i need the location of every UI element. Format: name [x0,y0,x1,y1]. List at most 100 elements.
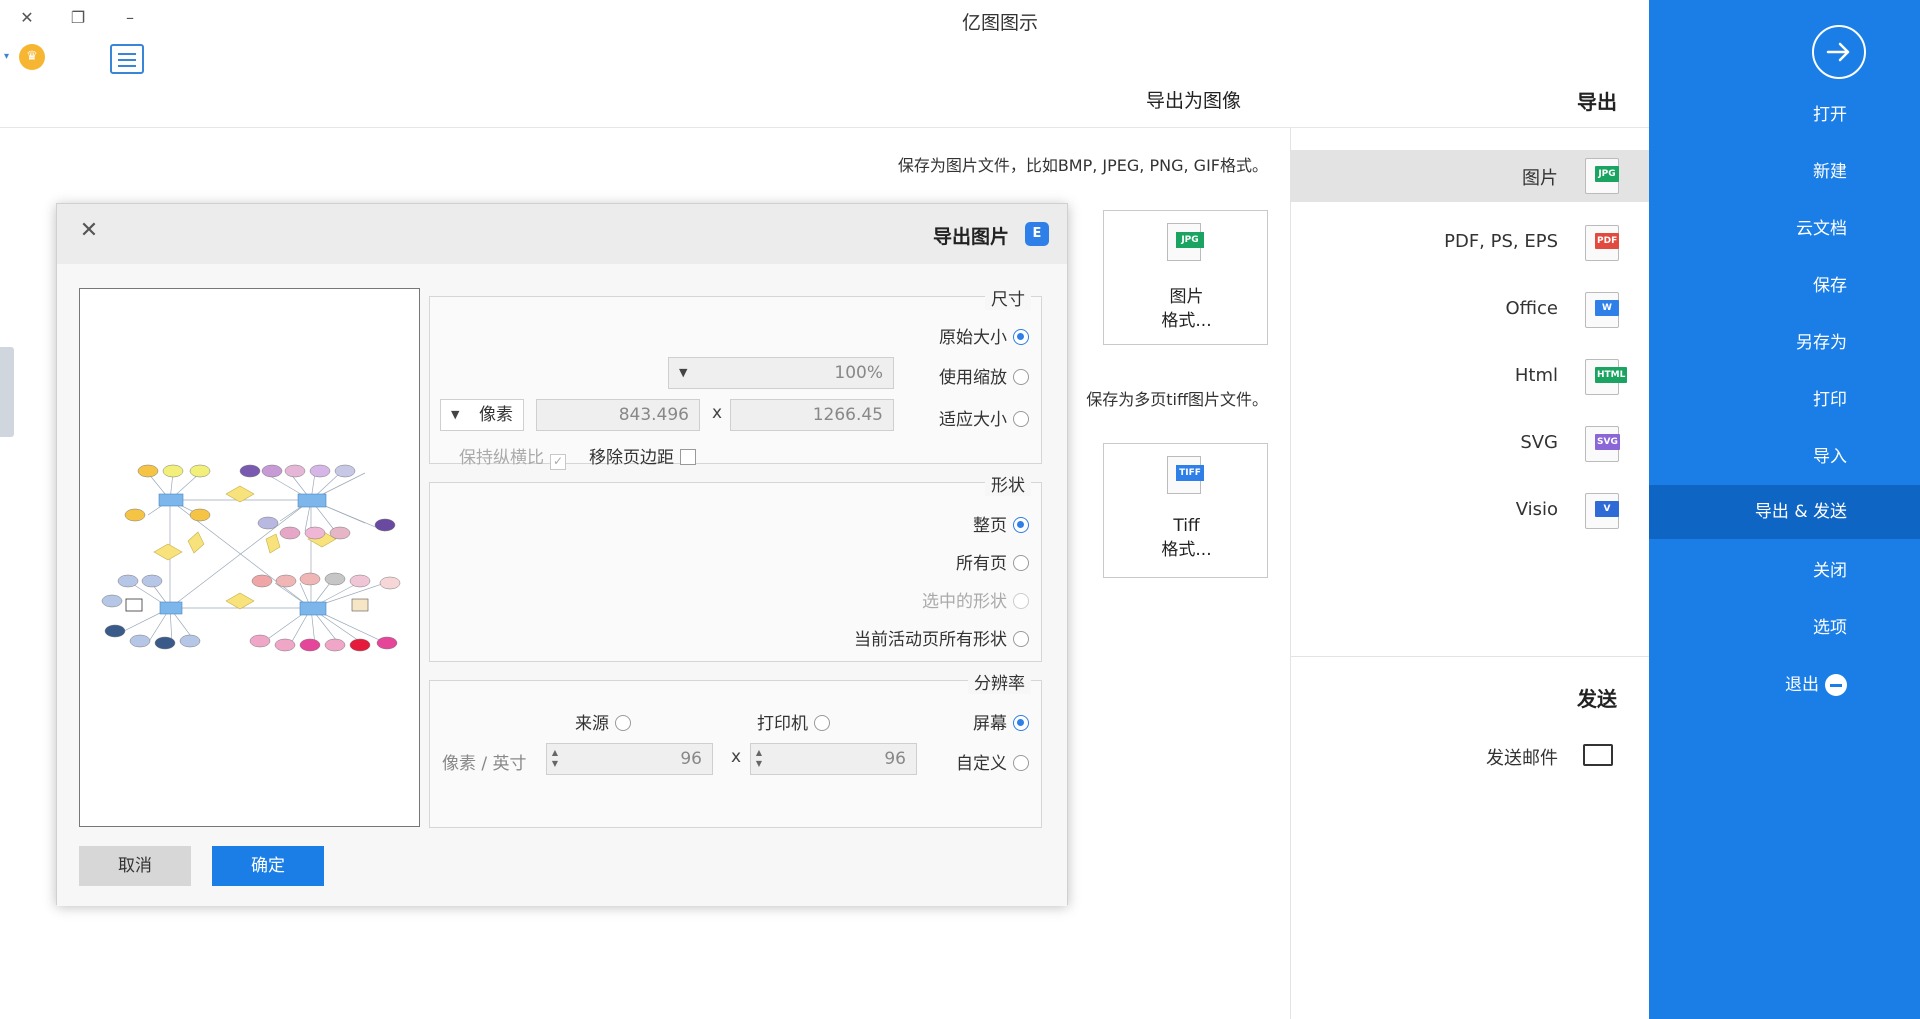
keep-ratio-checkbox[interactable]: 保持纵横比 ✓ [459,443,566,470]
original-size-radio[interactable]: 原始大小 [939,323,1029,348]
shape-group: 形状 整页 所有页 选中的形状 当前活动页所有形状 [429,471,1042,662]
vip-dropdown-arrow-icon[interactable]: ▾ [4,51,9,62]
sidebar-item-exit[interactable]: 退出 [1649,658,1920,712]
jpg-file-icon: JPG [1585,158,1619,194]
spinner-icon[interactable]: ▲ ▼ [549,747,561,769]
zoom-select[interactable]: ▼ 100% [668,357,894,389]
svg-file-icon: SVG [1585,426,1620,462]
format-item-pdf[interactable]: PDF, PS, EPS PDF [1291,217,1649,269]
checkbox-indicator [680,449,696,465]
radio-indicator [1013,329,1029,345]
header-divider [0,127,1649,128]
left-panel-handle[interactable] [0,347,14,437]
sidebar-item-cloud[interactable]: 云文档 [1649,202,1920,256]
width-input[interactable]: 1266.45 [730,399,894,431]
jpg-file-icon: JPG [1167,223,1204,261]
remove-margin-checkbox[interactable]: 移除页边距 [589,443,696,468]
content-header: 导出为图像 [1146,90,1242,112]
close-window-icon[interactable]: ✕ [15,6,39,30]
card-label: Tiff [1173,516,1200,536]
app-logo-icon: E [1025,222,1049,246]
radio-label: 屏幕 [973,714,1007,734]
selected-shapes-radio[interactable]: 选中的形状 [922,587,1029,612]
checkbox-label: 保持纵横比 [459,448,544,468]
active-page-shapes-radio[interactable]: 当前活动页所有形状 [854,625,1029,650]
unit-select[interactable]: ▼ 像素 [440,399,524,431]
fit-size-radio[interactable]: 适应大小 [939,405,1029,430]
printer-radio[interactable]: 打印机 [757,709,830,734]
chevron-down-icon: ▼ [679,366,688,379]
dialog-body: 尺寸 原始大小 使用缩放 ▼ 100% 适应大小 1266.45 x 843.49… [57,264,1067,906]
sidebar-item-export-send[interactable]: 导出 & 发送 [1649,485,1920,539]
vip-crown-icon[interactable]: ♛ [19,44,45,70]
chevron-down-icon: ▼ [451,408,460,421]
radio-indicator [1013,369,1029,385]
tiff-format-card[interactable]: TIFF Tiff 格式... [1103,443,1268,578]
all-pages-radio[interactable]: 所有页 [956,549,1029,574]
card-label: 图片 [1169,287,1204,307]
dpi-x-input[interactable]: ▲ ▼ 96 [750,743,917,775]
send-divider [1291,656,1649,657]
radio-label: 选中的形状 [922,592,1007,612]
radio-indicator [1013,631,1029,647]
format-item-office[interactable]: Office W [1291,284,1649,336]
radio-indicator [1013,715,1029,731]
radio-indicator [615,715,631,731]
card-sublabel: 格式... [1161,311,1212,331]
sidebar-item-open[interactable]: 打开 [1649,88,1920,142]
radio-indicator [1013,517,1029,533]
custom-dpi-radio[interactable]: 自定义 [956,749,1029,774]
checkbox-label: 移除页边距 [589,448,674,468]
size-group-title: 尺寸 [985,285,1031,310]
sidebar-item-save[interactable]: 保存 [1649,259,1920,313]
tiff-format-description: 保存为多页tiff图片文件。 [1086,390,1268,409]
dialog-title: 导出图片 [932,226,1009,248]
title-bar [0,0,1649,40]
format-item-html[interactable]: Html HTML [1291,351,1649,403]
sidebar-item-save-as[interactable]: 另存为 [1649,316,1920,370]
sidebar-item-exit-label: 退出 [1785,675,1819,695]
radio-label: 整页 [973,516,1007,536]
ok-button[interactable]: 确定 [212,846,324,886]
radio-label: 原始大小 [939,328,1007,348]
zoom-value: 100% [834,363,883,383]
preview-diagram-image [101,464,401,652]
sidebar-item-options[interactable]: 选项 [1649,601,1920,655]
check-icon: ✓ [550,454,566,470]
dpi-y-input[interactable]: ▲ ▼ 96 [546,743,713,775]
card-sublabel: 格式... [1161,540,1212,560]
restore-window-icon[interactable]: ❐ [66,6,90,30]
radio-label: 打印机 [757,714,808,734]
tiff-file-icon: TIFF [1167,456,1204,494]
sidebar-item-print[interactable]: 打印 [1649,373,1920,427]
resolution-group-title: 分辨率 [968,669,1031,694]
format-item-svg[interactable]: SVG SVG [1291,418,1649,470]
format-label: Visio [1515,499,1558,520]
sidebar-item-import[interactable]: 导入 [1649,430,1920,484]
spinner-icon[interactable]: ▲ ▼ [753,747,765,769]
exit-icon [1825,674,1847,696]
source-radio[interactable]: 来源 [575,709,631,734]
size-group: 尺寸 原始大小 使用缩放 ▼ 100% 适应大小 1266.45 x 843.49… [429,285,1042,470]
format-item-visio[interactable]: Visio V [1291,485,1649,537]
whole-page-radio[interactable]: 整页 [973,511,1029,536]
dialog-close-icon[interactable]: ✕ [77,219,101,243]
chat-icon[interactable] [110,44,144,74]
send-email-item[interactable]: 发送邮件 [1291,732,1649,780]
sidebar-item-new[interactable]: 新建 [1649,145,1920,199]
minimize-window-icon[interactable]: – [118,6,142,30]
image-format-description: 保存为图片文件，比如BMP, JPEG, PNG, GIF格式。 [897,156,1268,175]
back-arrow-icon[interactable] [1812,25,1866,79]
mail-icon [1583,744,1613,766]
pdf-file-icon: PDF [1585,225,1620,261]
dpi-unit-label: 像素 / 英寸 [442,754,527,774]
image-format-card[interactable]: JPG 图片 格式... [1103,210,1268,345]
height-input[interactable]: 843.496 [536,399,700,431]
format-item-image[interactable]: 图片 JPG [1291,150,1649,202]
zoom-radio[interactable]: 使用缩放 [939,363,1029,388]
shape-group-title: 形状 [985,471,1031,496]
format-label: 图片 [1522,168,1558,189]
cancel-button[interactable]: 取消 [79,846,191,886]
sidebar-item-close[interactable]: 关闭 [1649,544,1920,598]
screen-radio[interactable]: 屏幕 [973,709,1029,734]
